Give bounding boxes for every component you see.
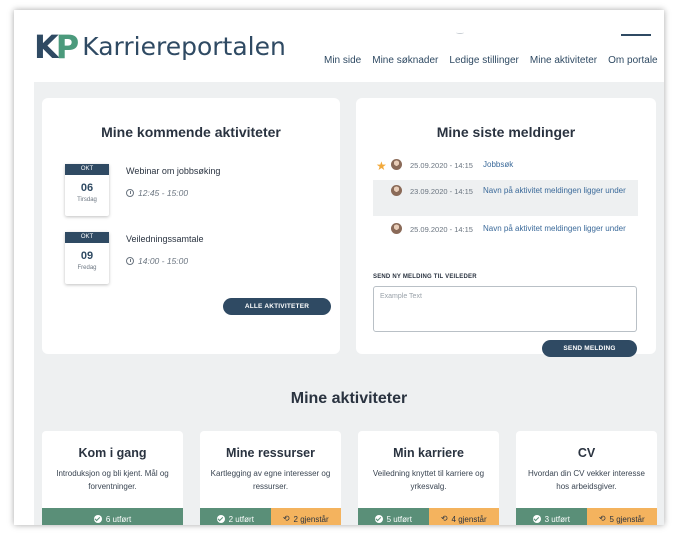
done-count: 2 utført [228,514,254,524]
star-icon[interactable]: ★ [376,160,387,172]
activity-category-card[interactable]: Mine ressurser Kartlegging av egne inter… [200,431,341,525]
activity-time: 14:00 - 15:00 [126,256,188,266]
progress-bar: 2 utført ⟲ 2 gjenstår [200,508,341,525]
activity-category-card[interactable]: CV Hvordan din CV vekker interesse hos a… [516,431,657,525]
logo-mark: KP [34,28,79,66]
done-segment: 2 utført [200,508,271,525]
category-title: Kom i gang [78,446,147,460]
date-weekday: Fredag [77,265,97,271]
send-message-label: SEND NY MELDING TIL VEILEDER [373,274,477,280]
activity-category-card[interactable]: Min karriere Veiledning knyttet til karr… [358,431,499,525]
message-link[interactable]: Navn på aktivitet meldingen ligger under [483,185,648,197]
activity-time-text: 12:45 - 15:00 [138,188,189,198]
all-activities-button[interactable]: ALLE AKTIVITETER [223,298,331,315]
nav-item-om-portalen[interactable]: Om portale [608,55,657,66]
avatar [391,159,402,170]
remaining-segment: ⟲ 4 gjenstår [428,508,499,525]
message-date: 23.09.2020 - 14:15 [410,187,473,196]
progress-bar: 6 utført [42,508,183,525]
message-textarea[interactable]: Example Text [373,286,637,332]
done-segment: 6 utført [42,508,183,525]
message-date: 25.09.2020 - 14:15 [410,161,473,170]
done-segment: 3 utført [516,508,587,525]
remaining-count: 2 gjenstår [293,514,329,524]
refresh-icon: ⟲ [282,514,290,523]
refresh-icon: ⟲ [598,514,606,523]
date-weekday: Tirsdag [77,197,97,203]
remaining-count: 5 gjenstår [609,514,645,524]
activity-time-text: 14:00 - 15:00 [138,256,189,266]
category-title: CV [577,446,596,460]
remaining-segment: ⟲ 2 gjenstår [270,508,341,525]
activity-title[interactable]: Webinar om jobbsøking [126,166,220,176]
remaining-segment: ⟲ 5 gjenstår [586,508,657,525]
done-count: 6 utført [105,514,132,524]
nav-active-indicator [621,34,651,36]
refresh-icon: ⟲ [440,514,448,523]
category-title: Min karriere [393,446,464,460]
nav-decoration [456,31,464,34]
date-day: 06 [80,182,94,194]
activity-item[interactable]: OKT 06 Tirsdag Webinar om jobbsøking 12:… [65,164,315,216]
message-link[interactable]: Navn på aktivitet meldingen ligger under [483,223,648,235]
date-day: 09 [80,250,94,262]
date-badge: OKT 09 Fredag [65,232,109,284]
main-nav: Min side Mine søknader Ledige stillinger… [324,55,664,66]
message-item[interactable]: ★ 25.09.2020 - 14:15 Jobbsøk [373,154,638,178]
progress-bar: 5 utført ⟲ 4 gjenstår [358,508,499,525]
nav-item-ledige-stillinger[interactable]: Ledige stillinger [449,55,519,66]
message-link[interactable]: Jobbsøk [483,159,648,171]
send-message-button[interactable]: SEND MELDING [542,340,637,357]
message-date: 25.09.2020 - 14:15 [410,225,473,234]
main-content: Mine kommende aktiviteter OKT 06 Tirsdag… [34,82,664,525]
activity-time: 12:45 - 15:00 [126,188,188,198]
message-item[interactable]: 23.09.2020 - 14:15 Navn på aktivitet mel… [373,180,638,216]
activity-item[interactable]: OKT 09 Fredag Veiledningssamtale 14:00 -… [65,232,315,284]
clock-icon [126,189,134,197]
nav-item-min-side[interactable]: Min side [324,55,361,66]
nav-item-mine-soknader[interactable]: Mine søknader [372,55,438,66]
check-circle-icon [216,515,225,523]
date-month: OKT [65,164,109,175]
progress-bar: 3 utført ⟲ 5 gjenstår [516,508,657,525]
message-item[interactable]: 25.09.2020 - 14:15 Navn på aktivitet mel… [373,218,638,254]
category-title: Mine ressurser [226,446,315,460]
activity-category-card[interactable]: Kom i gang Introduksjon og bli kjent. Må… [42,431,183,525]
browser-window: KP Karriereportalen Min side Mine søknad… [14,10,664,525]
clock-icon [126,257,134,265]
activities-section-title: Mine aktiviteter [290,390,408,407]
avatar [391,185,402,196]
date-badge: OKT 06 Tirsdag [65,164,109,216]
site-header: KP Karriereportalen Min side Mine søknad… [14,10,664,82]
activity-title[interactable]: Veiledningssamtale [126,234,204,244]
check-circle-icon [374,515,383,523]
nav-item-mine-aktiviteter[interactable]: Mine aktiviteter [530,55,597,66]
check-circle-icon [93,515,102,523]
upcoming-title: Mine kommende aktiviteter [101,124,281,140]
check-circle-icon [532,515,541,523]
logo[interactable]: KP Karriereportalen [34,28,286,66]
category-description: Introduksjon og bli kjent. Mål og forven… [56,469,169,491]
done-count: 3 utført [544,514,570,524]
done-count: 5 utført [386,514,412,524]
category-description: Veiledning knyttet til karriere og yrkes… [372,469,485,491]
avatar [391,223,402,234]
date-month: OKT [65,232,109,243]
logo-text: Karriereportalen [82,32,286,61]
category-description: Kartlegging av egne interesser og ressur… [210,469,331,491]
upcoming-activities-card: Mine kommende aktiviteter OKT 06 Tirsdag… [42,98,340,354]
remaining-count: 4 gjenstår [451,514,487,524]
category-description: Hvordan din CV vekker interesse hos arbe… [528,469,645,491]
done-segment: 5 utført [358,508,429,525]
messages-title: Mine siste meldinger [436,124,576,140]
messages-card: Mine siste meldinger ★ 25.09.2020 - 14:1… [356,98,656,357]
